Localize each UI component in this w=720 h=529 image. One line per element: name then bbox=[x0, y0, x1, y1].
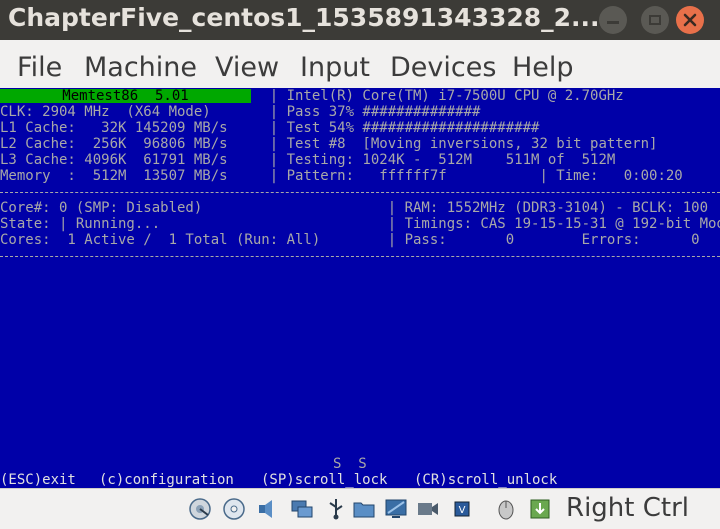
display-icon[interactable] bbox=[384, 497, 408, 521]
vbox-status-bar: V Right Ctrl bbox=[0, 488, 720, 529]
cmd-exit: (ESC)exit bbox=[0, 472, 76, 488]
cmd-scroll-unlock: (CR)scroll_unlock bbox=[414, 472, 558, 488]
memtest-line-l3: L3 Cache: 4096K 61791 MB/s | Testing: 10… bbox=[0, 152, 616, 168]
audio-icon[interactable] bbox=[256, 497, 280, 521]
close-icon bbox=[683, 13, 697, 27]
cpu-icon[interactable]: V bbox=[450, 497, 474, 521]
host-key-label: Right Ctrl bbox=[566, 493, 689, 523]
cmd-configuration: (c)configuration bbox=[99, 472, 234, 488]
close-button[interactable] bbox=[676, 6, 704, 34]
memtest-line-state: State: | Running... | Timings: CAS 19-15… bbox=[0, 216, 720, 232]
optical-drive-icon[interactable] bbox=[222, 497, 246, 521]
scroll-indicator: S S bbox=[333, 456, 367, 472]
window-title: ChapterFive_centos1_1535891343328_2... bbox=[8, 3, 600, 32]
menu-file[interactable]: File bbox=[17, 52, 62, 83]
mouse-integration-icon[interactable] bbox=[494, 497, 518, 521]
memtest-line-clk: CLK: 2904 MHz (X64 Mode) | Pass 37% ####… bbox=[0, 104, 481, 120]
shared-folders-icon[interactable] bbox=[352, 497, 376, 521]
menu-input[interactable]: Input bbox=[300, 52, 370, 83]
window-titlebar[interactable]: ChapterFive_centos1_1535891343328_2... bbox=[0, 0, 720, 40]
memtest-line-memory: Memory : 512M 13507 MB/s | Pattern: ffff… bbox=[0, 168, 683, 184]
network-icon[interactable] bbox=[290, 497, 314, 521]
svg-text:V: V bbox=[459, 505, 466, 516]
memtest-line-l1: L1 Cache: 32K 145209 MB/s | Test 54% ###… bbox=[0, 120, 540, 136]
menu-devices[interactable]: Devices bbox=[390, 52, 496, 83]
menu-view[interactable]: View bbox=[215, 52, 279, 83]
menu-machine[interactable]: Machine bbox=[84, 52, 197, 83]
divider bbox=[0, 256, 720, 257]
usb-icon[interactable] bbox=[324, 497, 348, 521]
memtest-line-l2: L2 Cache: 256K 96806 MB/s | Test #8 [Mov… bbox=[0, 136, 658, 152]
video-capture-icon[interactable] bbox=[416, 497, 440, 521]
divider bbox=[0, 192, 720, 193]
memtest-line-core: Core#: 0 (SMP: Disabled) | RAM: 1552MHz … bbox=[0, 200, 709, 216]
memtest-line-cores: Cores: 1 Active / 1 Total (Run: All) | P… bbox=[0, 232, 700, 248]
hard-disk-icon[interactable] bbox=[188, 497, 212, 521]
minimize-button[interactable] bbox=[599, 6, 627, 34]
minimize-icon bbox=[607, 20, 619, 24]
memtest-command-bar: (ESC)exit (c)configuration (SP)scroll_lo… bbox=[0, 472, 720, 488]
menu-bar: File Machine View Input Devices Help bbox=[0, 40, 720, 89]
cmd-scroll-lock: (SP)scroll_lock bbox=[261, 472, 388, 488]
memtest-line-cpu: | Intel(R) Core(TM) i7-7500U CPU @ 2.70G… bbox=[0, 88, 624, 104]
vm-screen[interactable]: Memtest86 5.01 | Intel(R) Core(TM) i7-75… bbox=[0, 88, 720, 488]
maximize-button[interactable] bbox=[641, 6, 669, 34]
keyboard-capture-icon[interactable] bbox=[528, 497, 552, 521]
maximize-icon bbox=[649, 15, 661, 25]
menu-help[interactable]: Help bbox=[512, 52, 574, 83]
